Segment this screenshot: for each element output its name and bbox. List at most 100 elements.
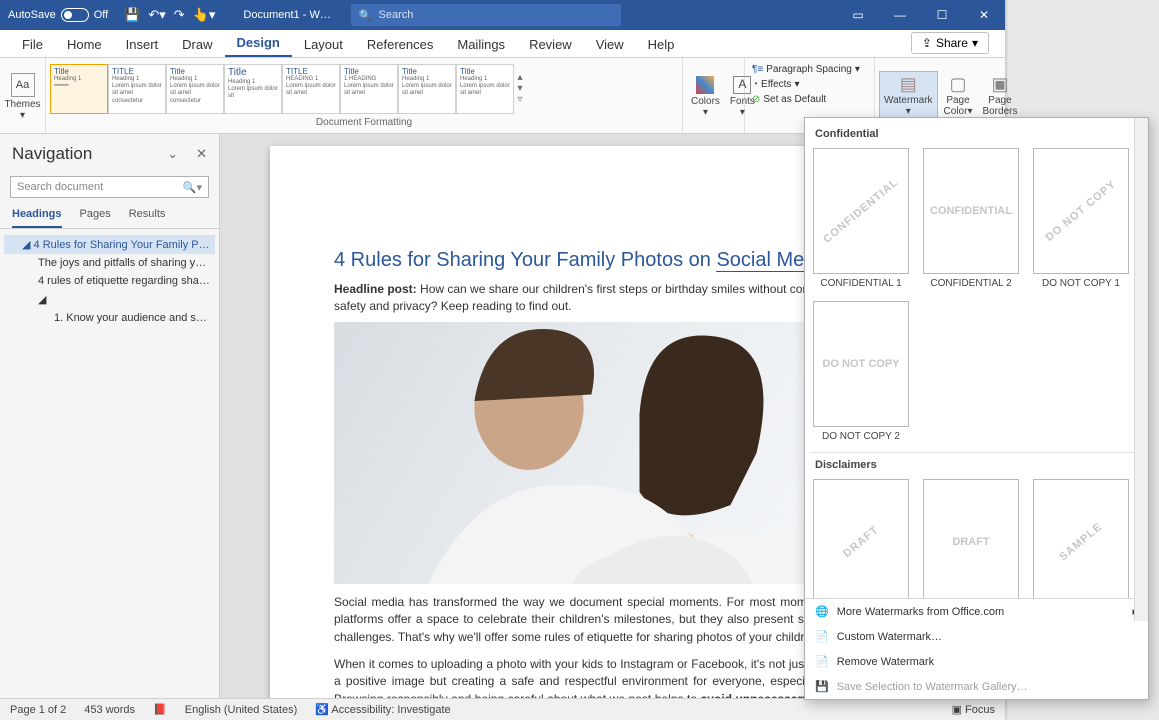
nav-tab-headings[interactable]: Headings (12, 208, 62, 228)
wm-category-label: Disclaimers (811, 453, 1142, 479)
chevron-down-icon[interactable]: ⌄ (167, 146, 178, 162)
page-color-button[interactable]: ▢Page Color▾ (940, 72, 977, 119)
autosave-toggle[interactable]: AutoSave Off (0, 8, 116, 22)
watermark-thumb: CONFIDENTIAL (923, 148, 1019, 274)
tab-draw[interactable]: Draw (170, 32, 224, 57)
page-count[interactable]: Page 1 of 2 (10, 704, 66, 716)
tab-mailings[interactable]: Mailings (445, 32, 517, 57)
tab-file[interactable]: File (10, 32, 55, 57)
titlebar: AutoSave Off 💾 ↶▾ ↷ 👆▾ Document1 - W… 🔍 … (0, 0, 1005, 30)
word-count[interactable]: 453 words (84, 704, 135, 716)
tab-review[interactable]: Review (517, 32, 584, 57)
style-set-thumb[interactable]: TitleHeading 1Lorem ipsum dolor sit amet (456, 64, 514, 114)
page-borders-button[interactable]: ▣Page Borders (978, 72, 1021, 119)
style-set-thumb[interactable]: Title1 HEADINGLorem ipsum dolor sit amet (340, 64, 398, 114)
nav-tab-results[interactable]: Results (129, 208, 166, 228)
tab-layout[interactable]: Layout (292, 32, 355, 57)
themes-button[interactable]: AaThemes▾ (4, 71, 41, 121)
watermark-option[interactable]: DRAFTDRAFT 1 (813, 479, 909, 598)
watermark-gallery-dropdown: Confidential CONFIDENTIALCONFIDENTIAL 1C… (804, 117, 1149, 700)
share-label: Share (936, 36, 968, 50)
tab-home[interactable]: Home (55, 32, 114, 57)
page-icon: 📄 (815, 655, 829, 668)
focus-button[interactable]: ▣ Focus (952, 703, 995, 716)
scrollbar[interactable] (1134, 118, 1148, 621)
autosave-label: AutoSave (8, 9, 56, 21)
nav-heading-item[interactable]: The joys and pitfalls of sharing yo… (4, 254, 215, 272)
paragraph-spacing-button[interactable]: ¶≡Paragraph Spacing▾ (749, 63, 863, 76)
style-gallery-more[interactable]: ▴▾▿ (514, 72, 526, 105)
style-set-thumb[interactable]: TitleHeading 1Lorem ipsum dolor sit amet… (166, 64, 224, 114)
tab-help[interactable]: Help (636, 32, 687, 57)
status-bar: Page 1 of 2 453 words 📕 English (United … (0, 698, 1005, 720)
spell-check-icon[interactable]: 📕 (153, 703, 167, 716)
tab-insert[interactable]: Insert (114, 32, 171, 57)
nav-heading-item[interactable]: ◢ 4 Rules for Sharing Your Family Phot… (4, 235, 215, 254)
watermark-thumb: SAMPLE (1033, 479, 1129, 598)
style-set-thumb[interactable]: TitleHeading 1Lorem ipsum dolor sit (224, 64, 282, 114)
search-icon: 🔍 (359, 9, 373, 22)
touch-icon[interactable]: 👆▾ (193, 7, 216, 23)
search-placeholder: Search (379, 9, 414, 21)
nav-title: Navigation (12, 144, 92, 164)
watermark-option[interactable]: DO NOT COPYDO NOT COPY 2 (813, 301, 909, 442)
watermark-button[interactable]: ▤Watermark▾ (879, 71, 938, 120)
group-document-formatting: TitleHeading 1━━━━ TITLEHeading 1Lorem i… (46, 58, 683, 133)
maximize-icon[interactable]: ☐ (921, 0, 963, 30)
nav-tabs: Headings Pages Results (0, 200, 219, 229)
nav-search-input[interactable]: Search document 🔍▾ (10, 176, 209, 198)
search-icon: 🔍▾ (183, 181, 202, 194)
more-watermarks-button[interactable]: 🌐More Watermarks from Office.com▸ (805, 599, 1148, 624)
watermark-option[interactable]: CONFIDENTIALCONFIDENTIAL 1 (813, 148, 909, 289)
chevron-down-icon: ▾ (972, 36, 978, 50)
watermark-option[interactable]: CONFIDENTIALCONFIDENTIAL 2 (923, 148, 1019, 289)
accessibility[interactable]: ♿ Accessibility: Investigate (315, 703, 450, 716)
watermark-option[interactable]: SAMPLESAMPLE 1 (1033, 479, 1129, 598)
watermark-thumb: DRAFT (813, 479, 909, 598)
language[interactable]: English (United States) (185, 704, 298, 716)
share-button[interactable]: ⇪ Share ▾ (911, 32, 989, 54)
close-icon[interactable]: ✕ (196, 146, 207, 162)
style-set-thumb[interactable]: TITLEHEADING 1Lorem ipsum dolor sit amet (282, 64, 340, 114)
watermark-option[interactable]: DRAFTDRAFT 2 (923, 479, 1019, 598)
watermark-thumb: CONFIDENTIAL (813, 148, 909, 274)
nav-tree: ◢ 4 Rules for Sharing Your Family Phot… … (0, 229, 219, 333)
close-icon[interactable]: ✕ (963, 0, 1005, 30)
tab-design[interactable]: Design (225, 30, 292, 57)
nav-heading-item[interactable]: ◢ (4, 290, 215, 309)
custom-watermark-button[interactable]: 📄Custom Watermark… (805, 624, 1148, 649)
redo-icon[interactable]: ↷ (174, 7, 185, 23)
save-selection-button: 💾Save Selection to Watermark Gallery… (805, 674, 1148, 699)
wm-category-label: Confidential (811, 122, 1142, 148)
nav-heading-item[interactable]: 1. Know your audience and se… (4, 309, 215, 327)
watermark-thumb: DRAFT (923, 479, 1019, 598)
tab-view[interactable]: View (584, 32, 636, 57)
watermark-thumb: DO NOT COPY (1033, 148, 1129, 274)
search-box[interactable]: 🔍 Search (351, 4, 621, 26)
globe-icon: 🌐 (815, 605, 829, 618)
group-colors-fonts: Colors▾ AFonts▾ (683, 58, 745, 133)
group-label: Document Formatting (50, 117, 678, 131)
nav-tab-pages[interactable]: Pages (80, 208, 111, 228)
ribbon-display-icon[interactable]: ▭ (837, 0, 879, 30)
save-icon[interactable]: 💾 (124, 7, 140, 23)
navigation-pane: Navigation ⌄ ✕ Search document 🔍▾ Heading… (0, 134, 220, 698)
minimize-icon[interactable]: — (879, 0, 921, 30)
page-icon: 📄 (815, 630, 829, 643)
toggle-icon (61, 8, 89, 22)
remove-watermark-button[interactable]: 📄Remove Watermark (805, 649, 1148, 674)
quick-access-toolbar: 💾 ↶▾ ↷ 👆▾ (116, 7, 223, 23)
set-default-button[interactable]: ⊘Set as Default (749, 93, 829, 106)
nav-heading-item[interactable]: 4 rules of etiquette regarding sha… (4, 272, 215, 290)
toggle-state: Off (94, 9, 108, 21)
watermark-option[interactable]: DO NOT COPYDO NOT COPY 1 (1033, 148, 1129, 289)
save-icon: 💾 (815, 680, 829, 693)
effects-button[interactable]: ◔Effects▾ (749, 78, 802, 91)
style-set-thumb[interactable]: TITLEHeading 1Lorem ipsum dolor sit amet… (108, 64, 166, 114)
tab-references[interactable]: References (355, 32, 445, 57)
ribbon-tabs: File Home Insert Draw Design Layout Refe… (0, 30, 1005, 58)
style-set-thumb[interactable]: TitleHeading 1Lorem ipsum dolor sit amet (398, 64, 456, 114)
undo-icon[interactable]: ↶▾ (148, 7, 165, 23)
colors-button[interactable]: Colors▾ (687, 72, 724, 120)
style-set-thumb[interactable]: TitleHeading 1━━━━ (50, 64, 108, 114)
